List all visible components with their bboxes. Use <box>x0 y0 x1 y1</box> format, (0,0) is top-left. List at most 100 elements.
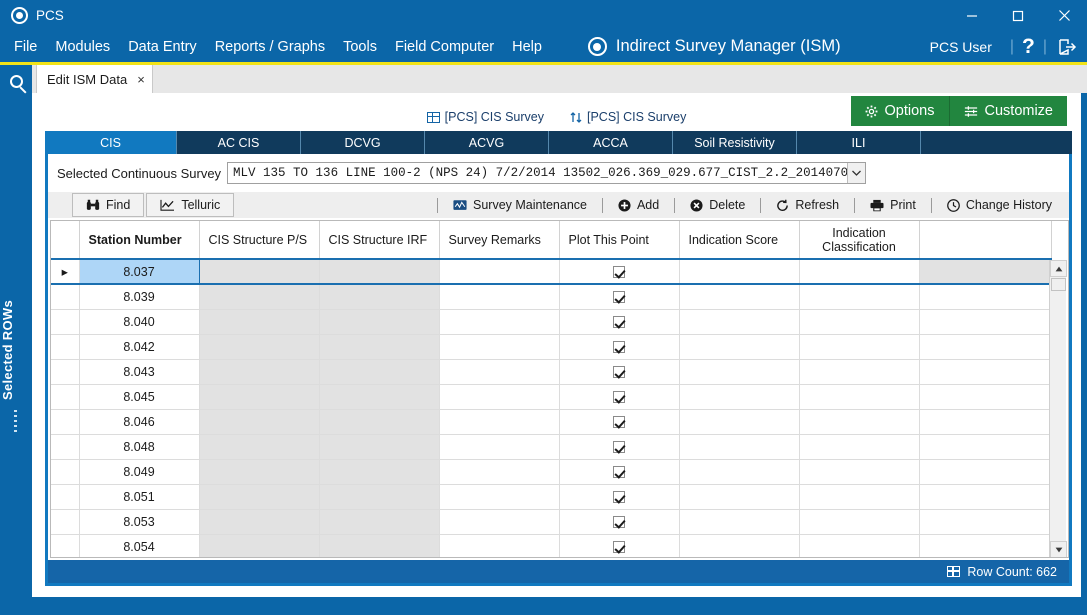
telluric-button[interactable]: Telluric <box>146 193 235 217</box>
cell-plot-this-point[interactable] <box>559 334 680 360</box>
cell-plot-this-point[interactable] <box>559 409 680 435</box>
cell-indication-score[interactable] <box>679 334 800 360</box>
plot-this-point-checkbox[interactable] <box>613 516 625 529</box>
plot-this-point-checkbox[interactable] <box>613 466 625 479</box>
table-row[interactable]: 8.046 <box>51 409 1052 435</box>
cell-plot-this-point[interactable] <box>559 258 680 285</box>
column-header-cis-structure-ps[interactable]: CIS Structure P/S <box>199 221 320 260</box>
column-header-station-number[interactable]: Station Number <box>79 221 200 260</box>
cell-survey-remarks[interactable] <box>439 534 560 557</box>
cell-indication-score[interactable] <box>679 359 800 385</box>
table-row[interactable]: 8.053 <box>51 509 1052 535</box>
plot-this-point-checkbox[interactable] <box>613 266 625 279</box>
cell-survey-remarks[interactable] <box>439 459 560 485</box>
drag-grip-icon[interactable] <box>14 410 17 432</box>
plot-this-point-checkbox[interactable] <box>613 541 625 554</box>
options-button[interactable]: Options <box>850 96 949 126</box>
cell-indication-score[interactable] <box>679 534 800 557</box>
column-header-cis-structure-irf[interactable]: CIS Structure IRF <box>319 221 440 260</box>
delete-button[interactable]: Delete <box>677 193 758 217</box>
refresh-button[interactable]: Refresh <box>763 193 852 217</box>
cell-indication-classification[interactable] <box>799 434 920 460</box>
plot-this-point-checkbox[interactable] <box>613 391 625 404</box>
tab-acca[interactable]: ACCA <box>549 131 673 154</box>
cell-indication-classification[interactable] <box>799 409 920 435</box>
cell-survey-remarks[interactable] <box>439 384 560 410</box>
cell-survey-remarks[interactable] <box>439 334 560 360</box>
search-icon[interactable] <box>0 65 32 97</box>
cell-indication-classification[interactable] <box>799 334 920 360</box>
cell-station-number[interactable]: 8.043 <box>79 359 200 385</box>
tab-soil-resistivity[interactable]: Soil Resistivity <box>673 131 797 154</box>
table-row[interactable]: 8.039 <box>51 284 1052 310</box>
menu-item-file[interactable]: File <box>6 37 45 57</box>
close-icon[interactable]: × <box>137 72 145 87</box>
change-history-button[interactable]: Change History <box>934 193 1065 217</box>
cell-station-number[interactable]: 8.039 <box>79 284 200 310</box>
table-row[interactable]: 8.045 <box>51 384 1052 410</box>
cell-plot-this-point[interactable] <box>559 309 680 335</box>
cell-station-number[interactable]: 8.040 <box>79 309 200 335</box>
table-row[interactable]: 8.040 <box>51 309 1052 335</box>
cell-indication-classification[interactable] <box>799 509 920 535</box>
menu-item-reports-graphs[interactable]: Reports / Graphs <box>207 37 333 57</box>
plot-this-point-checkbox[interactable] <box>613 491 625 504</box>
maximize-button[interactable] <box>995 0 1041 31</box>
cell-indication-classification[interactable] <box>799 459 920 485</box>
cell-indication-score[interactable] <box>679 459 800 485</box>
tab-dcvg[interactable]: DCVG <box>301 131 425 154</box>
plot-this-point-checkbox[interactable] <box>613 441 625 454</box>
cell-station-number[interactable]: 8.054 <box>79 534 200 557</box>
cell-indication-score[interactable] <box>679 409 800 435</box>
column-header-plot-this-point[interactable]: Plot This Point <box>559 221 680 260</box>
cell-plot-this-point[interactable] <box>559 284 680 310</box>
cell-plot-this-point[interactable] <box>559 459 680 485</box>
plot-this-point-checkbox[interactable] <box>613 341 625 354</box>
survey-selector-dropdown[interactable]: MLV 135 TO 136 LINE 100-2 (NPS 24) 7/2/2… <box>227 162 867 184</box>
cell-plot-this-point[interactable] <box>559 534 680 557</box>
cell-indication-classification[interactable] <box>799 284 920 310</box>
cell-station-number[interactable]: 8.045 <box>79 384 200 410</box>
table-row[interactable]: 8.054 <box>51 534 1052 557</box>
cell-station-number[interactable]: 8.042 <box>79 334 200 360</box>
plot-this-point-checkbox[interactable] <box>613 316 625 329</box>
cell-indication-classification[interactable] <box>799 258 920 285</box>
cell-station-number[interactable]: 8.037 <box>78 258 200 285</box>
cell-plot-this-point[interactable] <box>559 484 680 510</box>
plot-this-point-checkbox[interactable] <box>613 366 625 379</box>
cell-indication-classification[interactable] <box>799 359 920 385</box>
tab-acvg[interactable]: ACVG <box>425 131 549 154</box>
cell-station-number[interactable]: 8.048 <box>79 434 200 460</box>
table-row[interactable]: 8.049 <box>51 459 1052 485</box>
menu-item-data-entry[interactable]: Data Entry <box>120 37 205 57</box>
table-row[interactable]: 8.042 <box>51 334 1052 360</box>
logout-icon[interactable] <box>1057 37 1077 57</box>
find-button[interactable]: Find <box>72 193 145 217</box>
tab-edit-ism-data[interactable]: Edit ISM Data × <box>36 65 153 93</box>
menu-item-help[interactable]: Help <box>504 37 550 57</box>
chevron-down-icon[interactable] <box>847 163 866 183</box>
cell-survey-remarks[interactable] <box>439 409 560 435</box>
cell-station-number[interactable]: 8.053 <box>79 509 200 535</box>
cell-survey-remarks[interactable] <box>439 434 560 460</box>
menu-item-tools[interactable]: Tools <box>335 37 385 57</box>
cell-indication-score[interactable] <box>679 484 800 510</box>
cell-plot-this-point[interactable] <box>559 434 680 460</box>
cell-indication-score[interactable] <box>679 509 800 535</box>
cell-plot-this-point[interactable] <box>559 384 680 410</box>
table-row[interactable]: 8.043 <box>51 359 1052 385</box>
cell-indication-score[interactable] <box>679 258 800 285</box>
plot-this-point-checkbox[interactable] <box>613 416 625 429</box>
customize-button[interactable]: Customize <box>948 96 1067 126</box>
column-header-indication-score[interactable]: Indication Score <box>679 221 800 260</box>
cell-plot-this-point[interactable] <box>559 359 680 385</box>
cell-indication-score[interactable] <box>679 284 800 310</box>
cell-survey-remarks[interactable] <box>439 359 560 385</box>
cell-indication-classification[interactable] <box>799 534 920 557</box>
grid-vertical-scrollbar[interactable] <box>1049 260 1067 557</box>
table-row[interactable]: 8.048 <box>51 434 1052 460</box>
tab-ac-cis[interactable]: AC CIS <box>177 131 301 154</box>
cell-survey-remarks[interactable] <box>439 258 560 285</box>
scroll-down-icon[interactable] <box>1050 541 1067 557</box>
cell-station-number[interactable]: 8.051 <box>79 484 200 510</box>
